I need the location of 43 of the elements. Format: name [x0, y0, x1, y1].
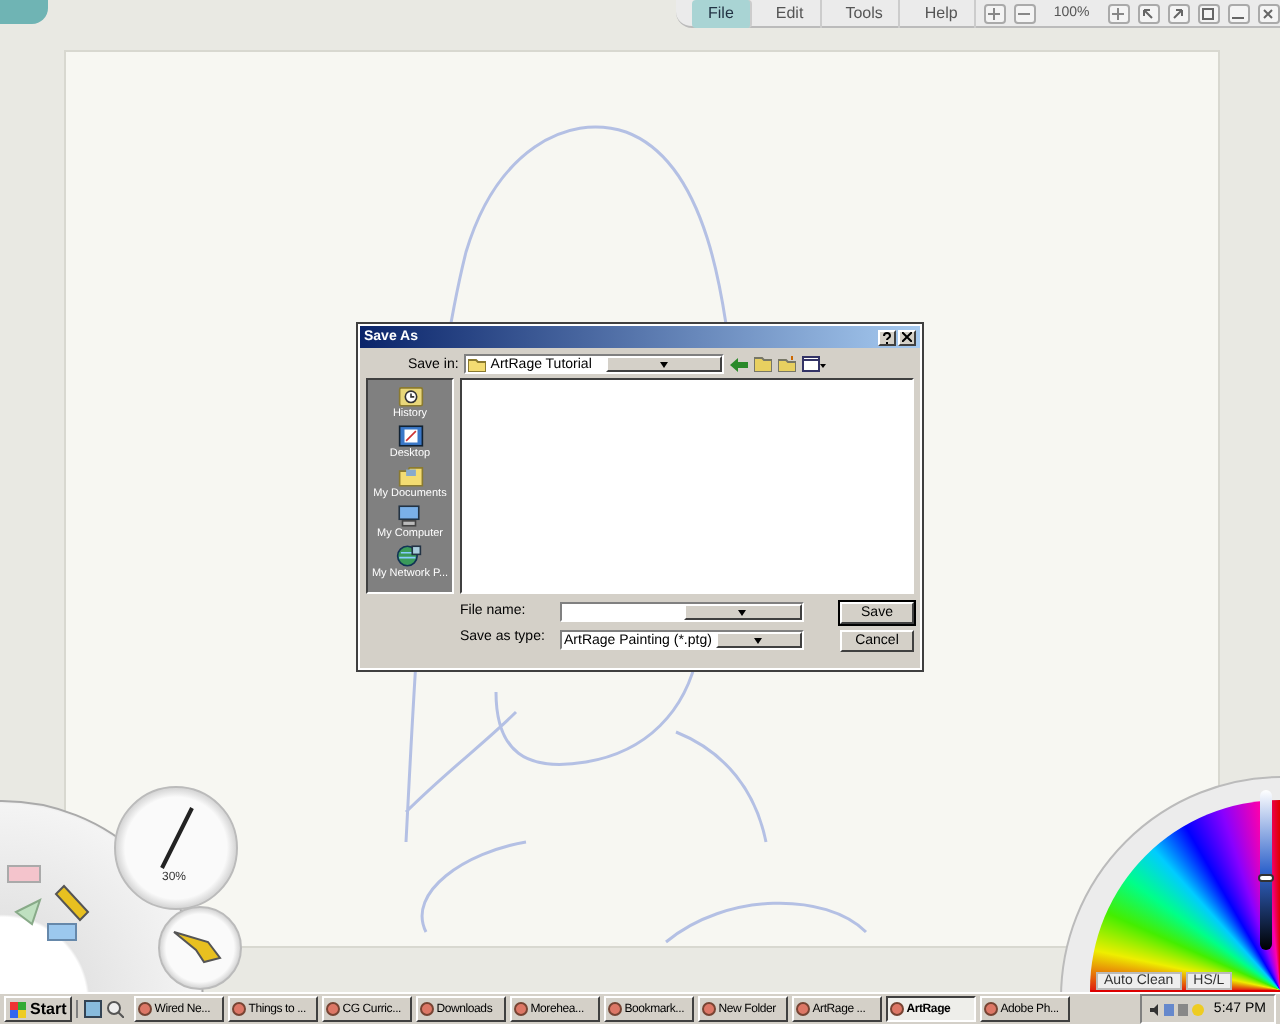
folder-up-icon[interactable]: [754, 356, 773, 372]
app-icon: [796, 1002, 811, 1016]
menu-item[interactable]: Help: [908, 0, 976, 27]
app-icon: [326, 1002, 341, 1016]
new-folder-icon[interactable]: [778, 356, 797, 372]
search-icon[interactable]: [106, 1000, 125, 1018]
view-menu-icon[interactable]: [802, 356, 827, 372]
computer-icon: [396, 504, 423, 528]
app-icon: [514, 1002, 529, 1016]
app-icon: [984, 1002, 999, 1016]
menu-item[interactable]: Edit: [759, 0, 822, 27]
app-icon: [890, 1002, 905, 1016]
menu-item[interactable]: Tools: [829, 0, 901, 27]
desktop-icon[interactable]: [84, 1000, 103, 1018]
back-arrow-icon[interactable]: [730, 357, 749, 371]
file-name-field[interactable]: [560, 602, 804, 622]
menu-item[interactable]: File: [692, 0, 752, 27]
luminance-slider[interactable]: [1260, 790, 1272, 950]
window-icon[interactable]: [1197, 3, 1220, 23]
help-button[interactable]: [878, 329, 896, 345]
redo-icon[interactable]: [1167, 3, 1190, 23]
windows-flag-icon: [10, 1001, 26, 1017]
zoom-out-icon[interactable]: [1013, 3, 1036, 23]
start-button[interactable]: Start: [4, 996, 73, 1022]
close-button[interactable]: [898, 329, 916, 345]
desktop-icon: [397, 424, 423, 448]
zoom-in-icon[interactable]: [983, 3, 1006, 23]
clock-folder-icon: [397, 384, 423, 408]
tray-icons-drawing: [1149, 1001, 1210, 1017]
plus-icon[interactable]: [1107, 3, 1130, 23]
app-icon: [608, 1002, 623, 1016]
slider-thumb[interactable]: [1258, 873, 1274, 882]
folder-icon: [468, 357, 487, 371]
app-icon: [232, 1002, 247, 1016]
close-icon[interactable]: [1257, 3, 1280, 23]
brush-icon: [156, 806, 196, 870]
app-icon: [420, 1002, 435, 1016]
minimize-icon[interactable]: [1227, 3, 1250, 23]
undo-icon[interactable]: [1137, 3, 1160, 23]
folder-icon: [397, 464, 423, 488]
globe-icon: [396, 544, 423, 568]
app-icon: [138, 1002, 153, 1016]
app-icon: [702, 1002, 717, 1016]
